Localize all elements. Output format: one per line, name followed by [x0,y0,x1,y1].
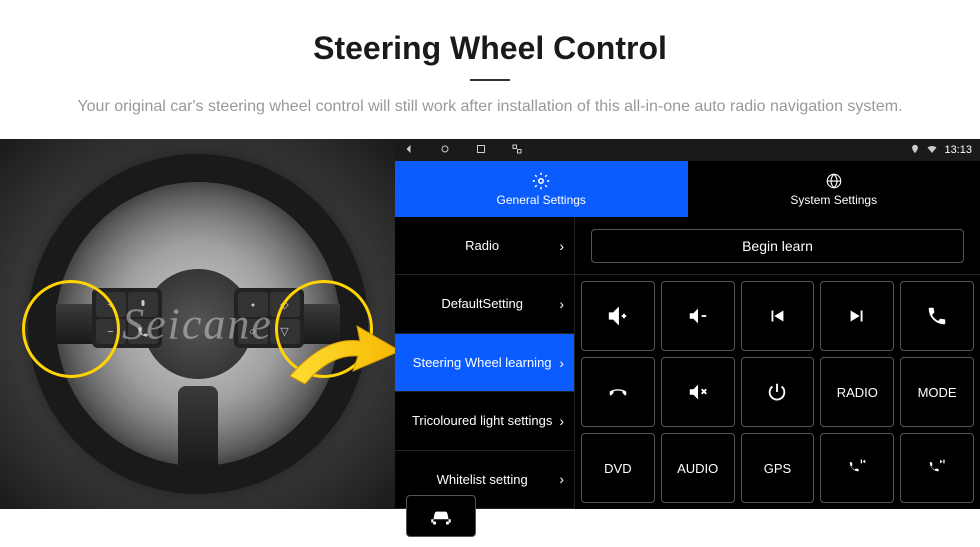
page-title: Steering Wheel Control [60,30,920,67]
chevron-right-icon: › [559,413,564,429]
globe-icon [825,172,843,190]
steering-wheel-photo: + − ◇ ○ ▽ Seicane [0,139,395,509]
wheel-phone-icon [128,319,158,344]
page-subtitle: Your original car's steering wheel contr… [60,95,920,119]
wheel-plus-icon: + [96,292,126,317]
tab-label: System Settings [790,193,877,207]
home-icon[interactable] [439,143,451,158]
chevron-right-icon: › [559,471,564,487]
swc-call-next-button[interactable] [900,433,974,503]
settings-item-steering-wheel[interactable]: Steering Wheel learning › [395,334,575,392]
chevron-right-icon: › [559,296,564,312]
swc-audio-button[interactable]: AUDIO [661,433,735,503]
wifi-icon [926,143,938,158]
settings-item-label: DefaultSetting [405,296,559,312]
phone-icon [926,305,948,327]
swc-car-button[interactable] [406,495,476,537]
back-icon[interactable] [403,143,415,158]
begin-learn-button[interactable]: Begin learn [591,229,964,263]
swc-prev-button[interactable] [741,281,815,351]
swc-hangup-button[interactable] [581,357,655,427]
chevron-right-icon: › [559,238,564,254]
phone-prev-icon [846,457,868,479]
swc-power-button[interactable] [741,357,815,427]
volume-up-icon [607,305,629,327]
phone-next-icon [926,457,948,479]
swc-vol-up-button[interactable] [581,281,655,351]
location-icon [910,144,920,157]
mute-icon [687,381,709,403]
swc-call-button[interactable] [900,281,974,351]
head-unit-screen: 13:13 General Settings System Settings R… [395,139,980,509]
settings-item-label: Tricoloured light settings [405,413,559,429]
swc-call-prev-button[interactable] [820,433,894,503]
wheel-button-cluster-right: ◇ ○ ▽ [234,288,304,348]
prev-track-icon [766,305,788,327]
swc-radio-button[interactable]: RADIO [820,357,894,427]
wheel-diamond-icon: ◇ [270,292,300,317]
car-icon [428,507,454,525]
settings-item-tricoloured[interactable]: Tricoloured light settings › [395,392,575,450]
tab-system-settings[interactable]: System Settings [688,161,980,217]
clock-text: 13:13 [944,144,972,156]
settings-item-default[interactable]: DefaultSetting › [395,275,575,333]
swc-next-button[interactable] [820,281,894,351]
settings-list: Radio › DefaultSetting › Steering Wheel … [395,217,575,509]
wheel-down-icon: ▽ [270,319,300,344]
settings-item-label: Radio [405,238,559,254]
wheel-button-cluster-left: + − [92,288,162,348]
swc-dvd-button[interactable]: DVD [581,433,655,503]
settings-item-radio[interactable]: Radio › [395,217,575,275]
swc-mute-button[interactable] [661,357,735,427]
wheel-voice-icon [128,292,158,317]
recent-apps-icon[interactable] [475,143,487,158]
wheel-minus-icon: − [96,319,126,344]
next-track-icon [846,305,868,327]
tab-label: General Settings [497,193,586,207]
swc-mode-button[interactable]: MODE [900,357,974,427]
swc-vol-down-button[interactable] [661,281,735,351]
chevron-right-icon: › [559,355,564,371]
power-icon [766,381,788,403]
tab-general-settings[interactable]: General Settings [395,161,688,217]
wheel-source-icon [238,292,268,317]
settings-item-label: Whitelist setting [405,472,559,488]
wheel-up-icon: ○ [238,319,268,344]
volume-down-icon [687,305,709,327]
gear-icon [532,172,550,190]
title-underline [470,79,510,81]
swc-gps-button[interactable]: GPS [741,433,815,503]
settings-item-label: Steering Wheel learning [405,355,559,371]
android-status-bar: 13:13 [395,139,980,161]
hangup-icon [607,381,629,403]
screenshot-icon[interactable] [511,143,523,158]
